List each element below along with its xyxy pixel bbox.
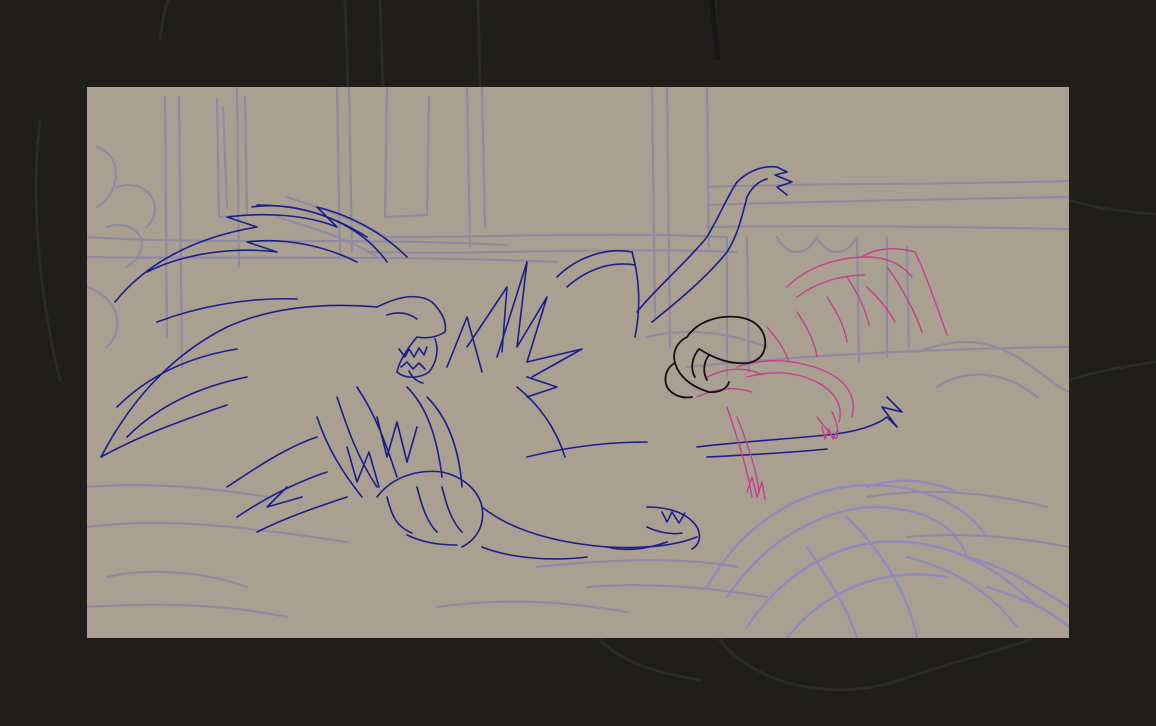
foreground-rough-layer <box>705 479 1069 638</box>
drawing-canvas[interactable] <box>87 87 1069 638</box>
drawing-workspace[interactable] <box>0 0 1156 726</box>
small-creature-rough-layer <box>696 248 948 500</box>
head-outline-layer <box>664 315 767 399</box>
